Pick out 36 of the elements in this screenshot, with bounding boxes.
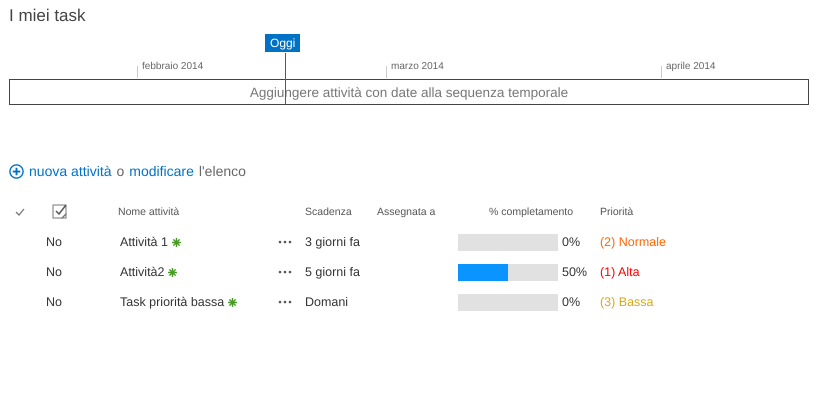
check-icon bbox=[15, 208, 25, 216]
column-header[interactable]: Priorità bbox=[595, 206, 735, 218]
column-header[interactable]: % completamento bbox=[453, 206, 595, 218]
percent-cell: 0% bbox=[562, 295, 580, 309]
joiner-text: o bbox=[116, 163, 124, 179]
checkbox-edit-icon[interactable] bbox=[52, 204, 68, 220]
due-date-cell-text: 5 giorni fa bbox=[304, 265, 361, 279]
percent-cell: 0% bbox=[562, 235, 580, 249]
completed-cell-text: No bbox=[45, 235, 63, 249]
percent-cell: 50% bbox=[562, 265, 588, 279]
edit-list-link[interactable]: modificare bbox=[129, 163, 194, 179]
task-name-link[interactable]: Task priorità bassa bbox=[120, 295, 224, 309]
more-icon[interactable] bbox=[278, 300, 292, 304]
completed-cell-text: No bbox=[45, 265, 63, 279]
task-name-link[interactable]: Attività 1 bbox=[120, 235, 168, 249]
priority-cell-text: (2) Normale bbox=[599, 235, 667, 249]
month-label: aprile 2014 bbox=[666, 61, 716, 72]
month-label: febbraio 2014 bbox=[142, 61, 204, 72]
new-task-link[interactable]: nuova attività bbox=[29, 163, 112, 179]
today-line bbox=[285, 53, 286, 104]
today-marker: Oggi bbox=[265, 34, 300, 52]
column-header[interactable]: Scadenza bbox=[300, 206, 372, 218]
more-icon[interactable] bbox=[278, 270, 292, 274]
column-header[interactable]: Nome attività bbox=[110, 206, 275, 218]
add-icon[interactable] bbox=[9, 164, 24, 178]
list-text: l'elenco bbox=[198, 163, 246, 179]
column-header[interactable]: Assegnata a bbox=[372, 206, 453, 218]
due-date-cell-text: Domani bbox=[304, 295, 350, 309]
task-name-link[interactable]: Attività2 bbox=[120, 265, 164, 279]
completed-cell-text: No bbox=[45, 295, 63, 309]
month-label: marzo 2014 bbox=[391, 61, 444, 72]
due-date-cell-text: 3 giorni fa bbox=[304, 235, 361, 249]
priority-cell-text: (3) Bassa bbox=[599, 295, 654, 309]
more-icon[interactable] bbox=[278, 240, 292, 244]
priority-cell-text: (1) Alta bbox=[599, 265, 641, 279]
page-title: I miei task bbox=[9, 5, 87, 27]
